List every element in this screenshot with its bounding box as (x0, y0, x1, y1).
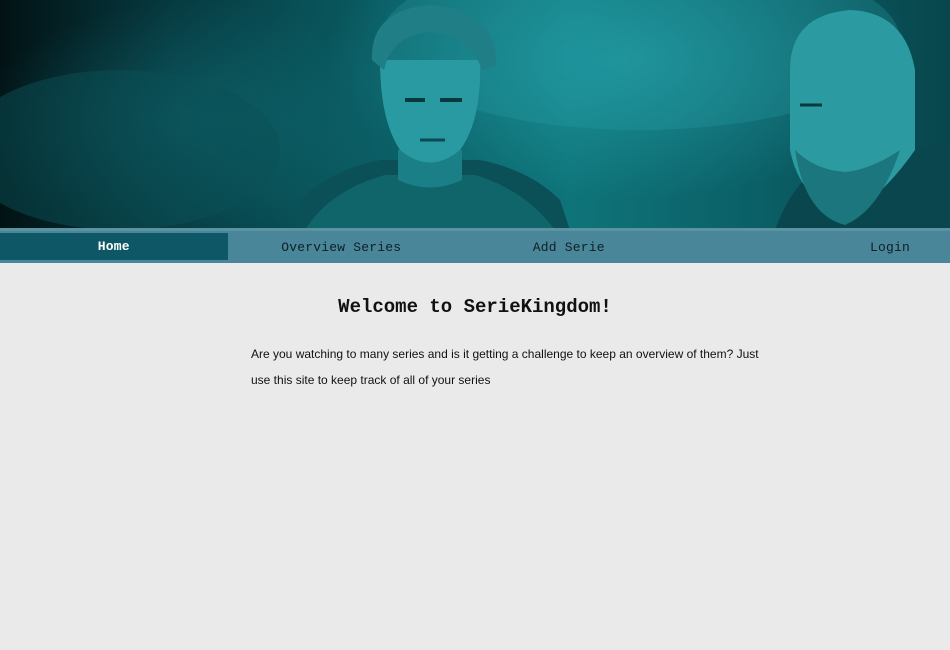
page: Home Overview Series Add Serie Login Wel… (0, 0, 950, 650)
intro-text: Are you watching to many series and is i… (251, 347, 759, 387)
main-content: Welcome to SerieKingdom! Are you watchin… (0, 263, 950, 650)
page-title: Welcome to SerieKingdom! (338, 296, 612, 318)
nav-login[interactable]: Login (683, 231, 950, 263)
warrior-figure-right (775, 10, 950, 230)
header-banner (0, 0, 950, 230)
nav-overview-series[interactable]: Overview Series (228, 231, 456, 263)
main-nav: Home Overview Series Add Serie Login (0, 231, 950, 263)
nav-add-serie[interactable]: Add Serie (455, 231, 683, 263)
nav-home[interactable]: Home (0, 233, 228, 260)
banner-photo (0, 0, 950, 230)
